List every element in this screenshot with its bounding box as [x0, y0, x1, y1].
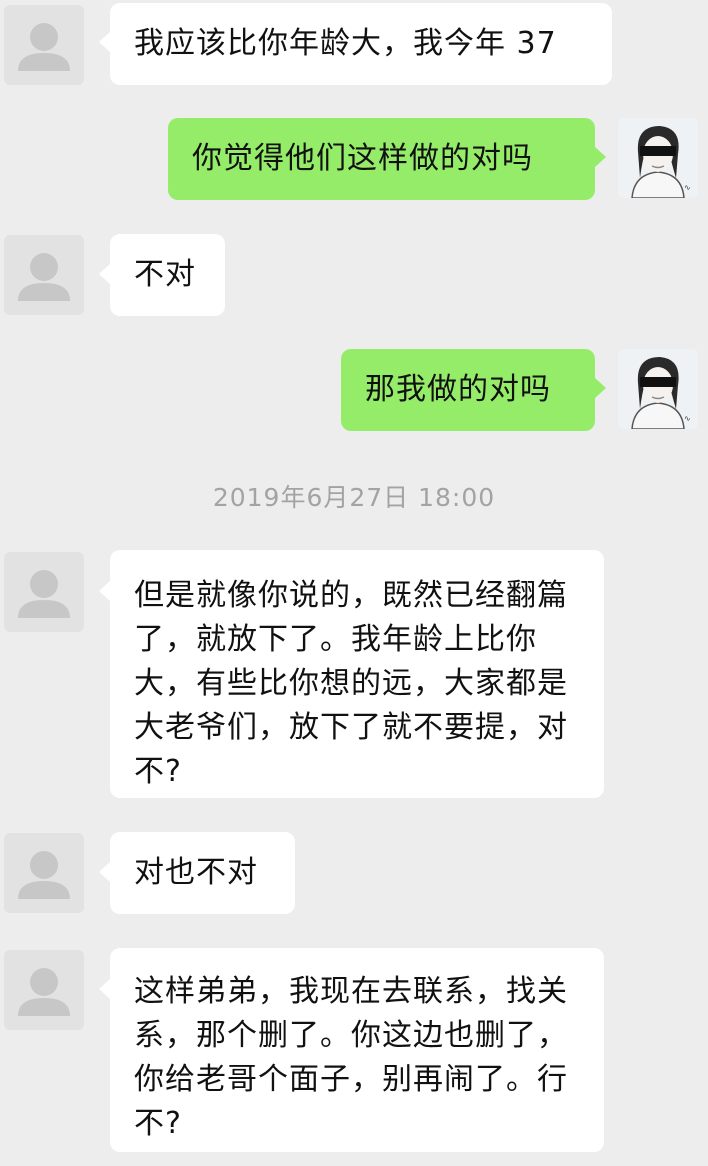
bubble-tail	[99, 581, 110, 601]
message-bubble[interactable]: 我应该比你年龄大，我今年 37	[110, 3, 612, 85]
message-bubble[interactable]: 不对	[110, 234, 225, 316]
default-person-icon	[18, 851, 70, 899]
svg-text:∿: ∿	[684, 183, 691, 192]
anime-portrait-avatar: ∿	[618, 118, 698, 198]
chat-timestamp: 2019年6月27日 18:00	[212, 483, 496, 512]
default-person-icon	[18, 968, 70, 1016]
message-bubble[interactable]: 对也不对	[110, 832, 295, 914]
default-person-icon	[18, 23, 70, 71]
message-bubble[interactable]: 但是就像你说的，既然已经翻篇了，就放下了。我年龄上比你大，有些比你想的远，大家都…	[110, 550, 604, 798]
contact-avatar[interactable]	[4, 950, 84, 1030]
message-bubble[interactable]: 你觉得他们这样做的对吗	[168, 118, 595, 200]
bubble-tail	[99, 32, 110, 52]
user-avatar[interactable]: ∿	[618, 118, 698, 198]
contact-avatar[interactable]	[4, 5, 84, 85]
bubble-tail	[595, 378, 606, 398]
svg-text:∿: ∿	[684, 414, 691, 423]
message-bubble[interactable]: 那我做的对吗	[341, 349, 595, 431]
contact-avatar[interactable]	[4, 235, 84, 315]
bubble-tail	[99, 979, 110, 999]
message-bubble[interactable]: 这样弟弟，我现在去联系，找关系，那个删了。你这边也删了，你给老哥个面子，别再闹了…	[110, 948, 604, 1152]
default-person-icon	[18, 253, 70, 301]
default-person-icon	[18, 570, 70, 618]
bubble-tail	[595, 147, 606, 167]
bubble-tail	[99, 264, 110, 284]
anime-portrait-avatar: ∿	[618, 349, 698, 429]
user-avatar[interactable]: ∿	[618, 349, 698, 429]
contact-avatar[interactable]	[4, 833, 84, 913]
bubble-tail	[99, 862, 110, 882]
contact-avatar[interactable]	[4, 552, 84, 632]
